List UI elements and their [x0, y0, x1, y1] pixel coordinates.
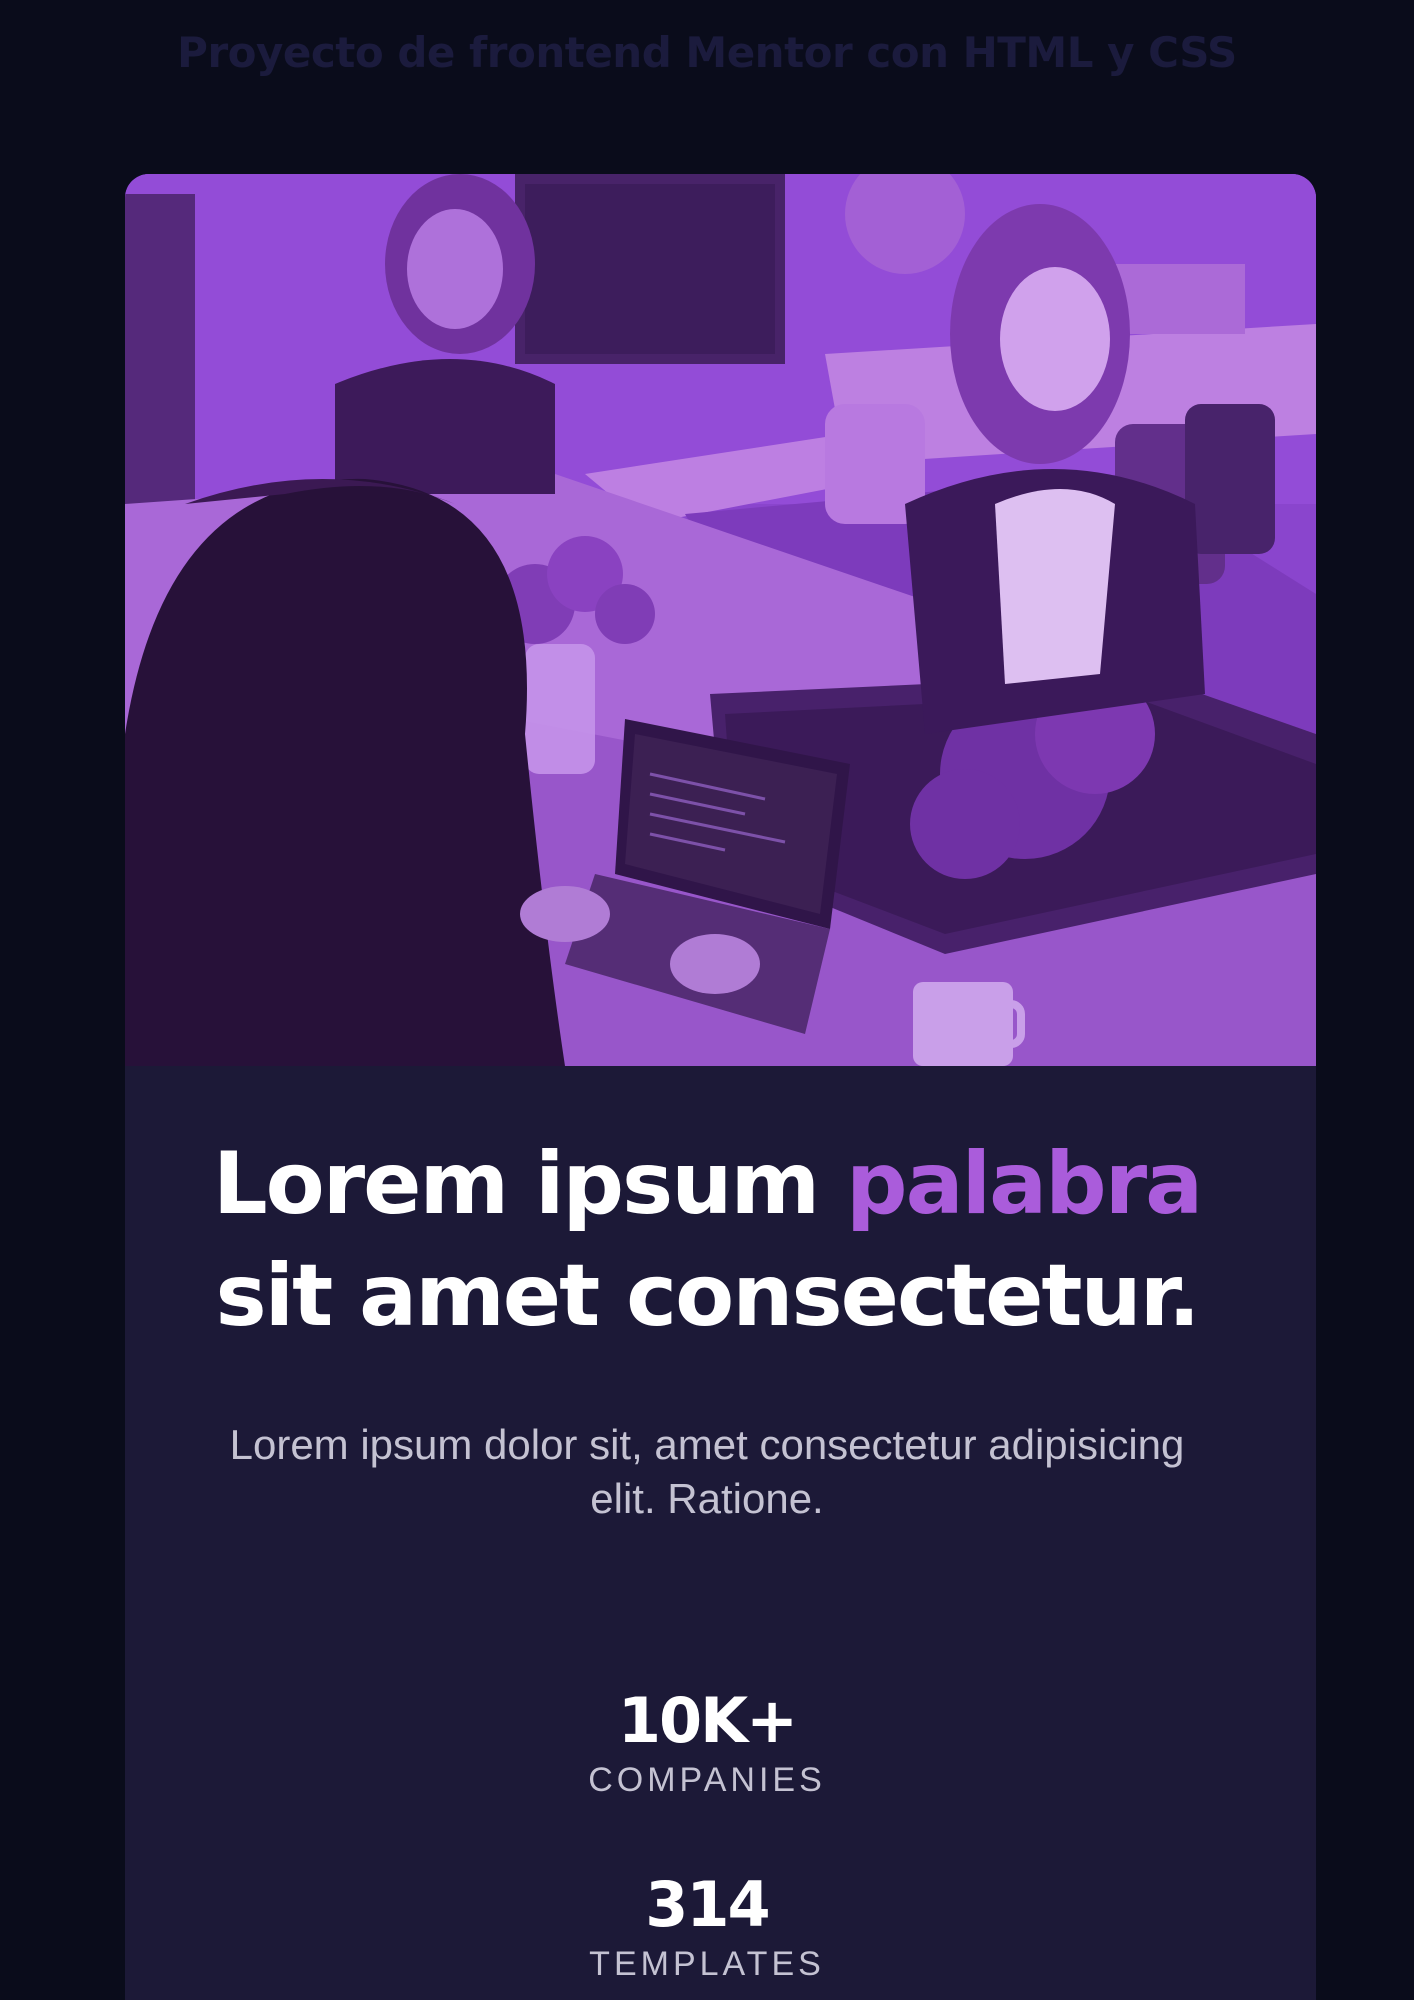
card-description: Lorem ipsum dolor sit, amet consectetur … [229, 1421, 1185, 1522]
stat-label: COMPANIES [588, 1761, 826, 1799]
headline-accent-word: palabra [846, 1134, 1203, 1234]
headline-text-end: sit amet consectetur. [215, 1246, 1200, 1346]
stat-companies: 10K+ COMPANIES [0, 1682, 1414, 1800]
page-title: Proyecto de frontend Mentor con HTML y C… [177, 28, 1237, 77]
office-photo-illustration [125, 174, 1316, 1066]
card-headline: Lorem ipsum palabra sit amet consectetur. [0, 1128, 1414, 1352]
headline-text-start: Lorem ipsum [212, 1134, 847, 1234]
stat-label: TEMPLATES [589, 1945, 825, 1983]
stat-value: 314 [645, 1868, 770, 1941]
hero-image [125, 174, 1316, 1066]
stat-value: 10K+ [617, 1684, 798, 1757]
stat-templates: 314 TEMPLATES [0, 1866, 1414, 1984]
